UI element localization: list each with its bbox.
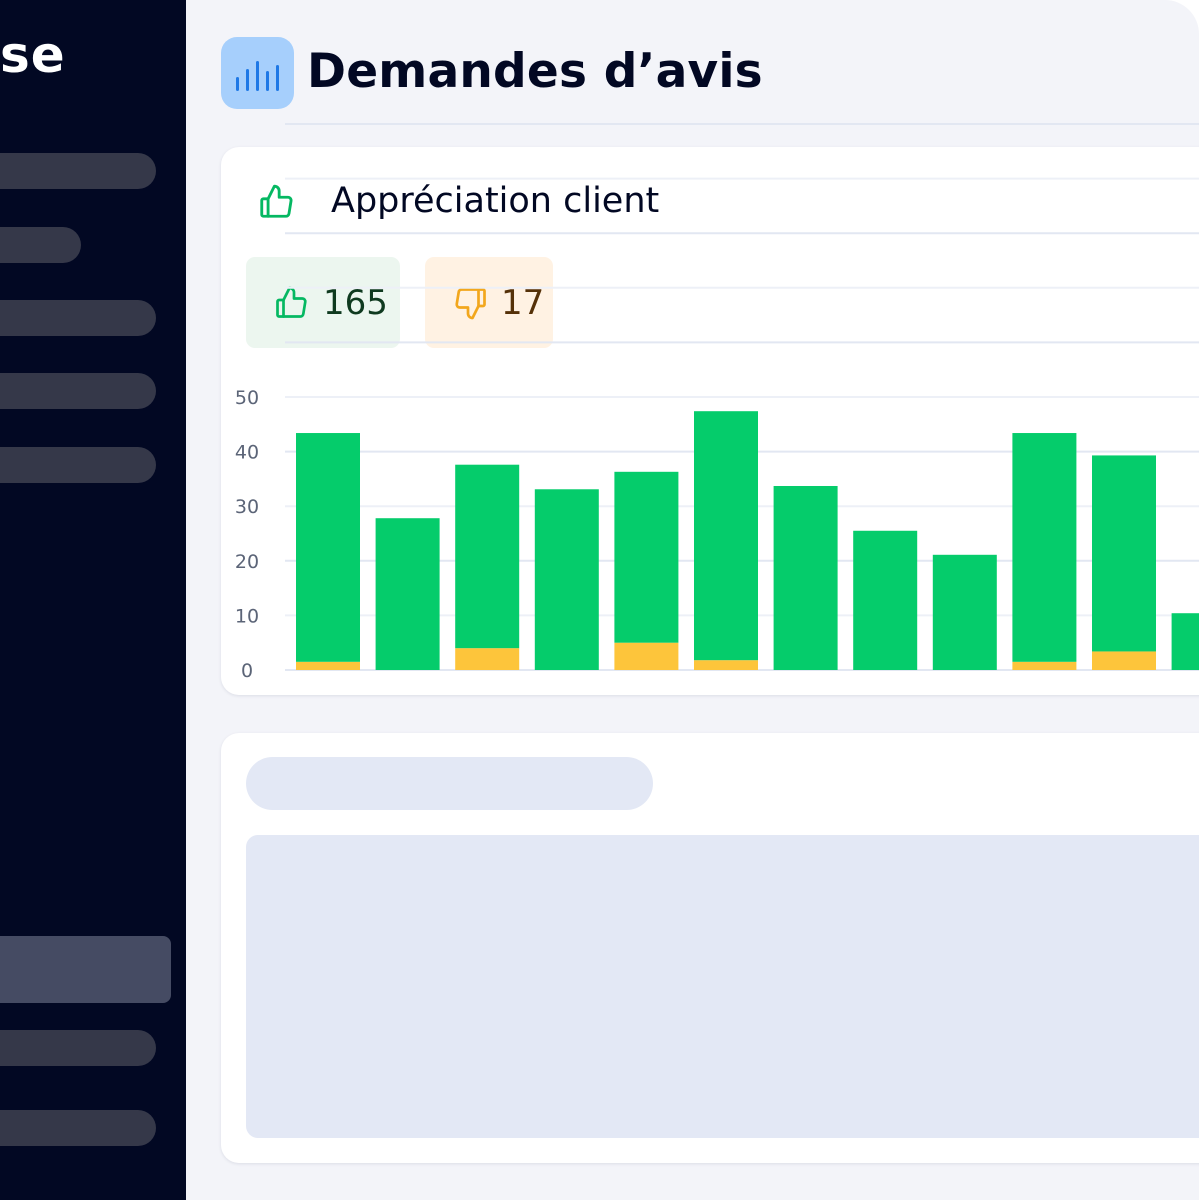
brand-logo[interactable]: se [0,30,66,80]
negative-count: 17 [501,282,545,323]
bar-positive[interactable] [1171,613,1199,670]
bar-negative[interactable] [614,642,679,670]
y-tick-label: 20 [235,551,259,573]
y-tick-label: 30 [235,496,259,518]
negative-count-badge[interactable]: 17 [425,257,553,348]
sidebar-item-6[interactable] [0,1030,156,1066]
bar-positive[interactable] [773,485,838,670]
positive-count: 165 [323,282,388,323]
bar-positive[interactable] [375,518,440,670]
bar-positive[interactable] [614,471,679,643]
bar-positive[interactable] [694,411,758,661]
main-content: Demandes d’avis Appréciation client 165 … [186,0,1199,1200]
bar-positive[interactable] [1092,455,1156,652]
sidebar-item-7[interactable] [0,1110,156,1146]
bar-positive[interactable] [534,489,599,670]
y-tick-label: 40 [235,442,259,464]
bar-positive[interactable] [1012,433,1077,662]
bar-negative[interactable] [1092,651,1156,670]
sidebar-item-4[interactable] [0,373,156,409]
appreciation-card: Appréciation client 165 17 0 10 20 30 40 50 [221,123,1199,695]
placeholder-content-skeleton [246,835,1199,1138]
bar-negative[interactable] [296,661,360,670]
sidebar-item-3[interactable] [0,300,156,336]
card-title: Appréciation client [331,181,660,221]
bar-positive[interactable] [853,530,918,670]
sidebar-item-2[interactable] [0,227,81,263]
y-tick-label: 10 [235,605,259,627]
y-tick-label: 0 [241,660,253,682]
sidebar-item-active[interactable] [0,936,171,1003]
thumbs-up-icon [276,286,307,318]
sidebar-item-1[interactable] [0,153,156,189]
placeholder-title-skeleton [246,757,653,810]
bar-negative[interactable] [455,648,520,670]
page-title: Demandes d’avis [307,44,763,99]
bar-negative[interactable] [694,660,758,670]
bar-positive[interactable] [932,554,997,670]
thumbs-up-icon [260,184,293,218]
positive-count-badge[interactable]: 165 [246,257,400,348]
bar-positive[interactable] [296,433,360,662]
bar-chart-icon [221,37,294,109]
placeholder-card [221,733,1199,1163]
bar-positive[interactable] [455,464,520,649]
bar-negative[interactable] [1012,661,1077,670]
sidebar-item-5[interactable] [0,447,156,483]
thumbs-down-icon [455,287,486,319]
appreciation-bar-chart: 0 10 20 30 40 50 [235,123,1199,682]
sidebar: se [0,0,186,1200]
y-tick-label: 50 [235,387,259,409]
